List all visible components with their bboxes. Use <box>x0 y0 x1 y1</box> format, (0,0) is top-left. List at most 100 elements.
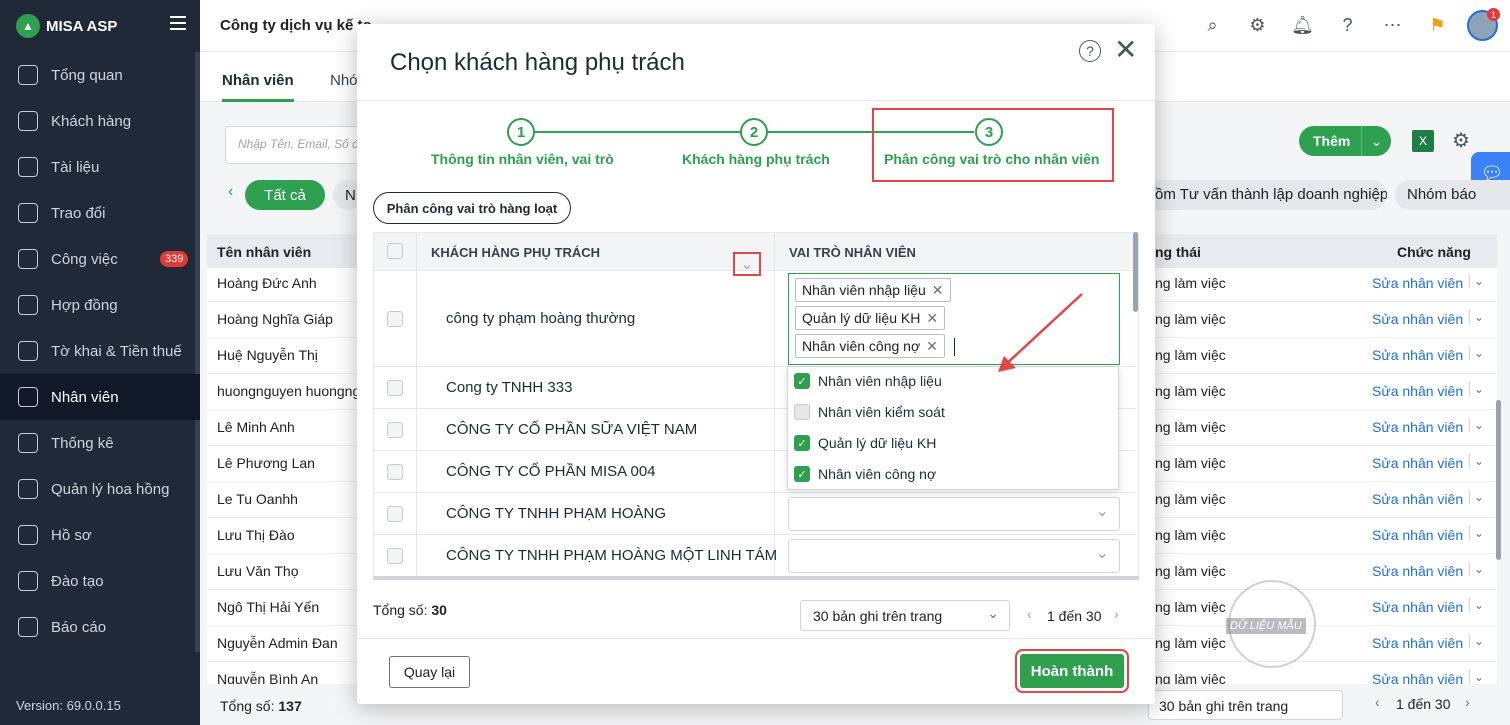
prev-page-icon[interactable]: ‹ <box>1375 694 1380 710</box>
edit-employee-link[interactable]: Sửa nhân viên <box>1372 635 1463 651</box>
menu-toggle-icon[interactable] <box>170 16 186 30</box>
customer-name: CÔNG TY CỔ PHẦN SỮA VIỆT NAM <box>446 421 698 438</box>
finish-button[interactable]: Hoàn thành <box>1020 654 1124 688</box>
edit-employee-link[interactable]: Sửa nhân viên <box>1372 527 1463 543</box>
step-2[interactable]: 2 <box>740 118 768 146</box>
next-page-icon[interactable]: › <box>1114 606 1119 622</box>
step-1[interactable]: 1 <box>507 118 535 146</box>
bulk-assign-button[interactable]: Phân công vai trò hàng loạt <box>373 192 571 224</box>
col-status[interactable]: ng thái <box>1155 244 1201 260</box>
edit-employee-link[interactable]: Sửa nhân viên <box>1372 275 1463 291</box>
tab-employees[interactable]: Nhân viên <box>222 72 294 102</box>
location-icon[interactable]: ⚑ <box>1422 10 1453 41</box>
sidebar-item-3[interactable]: Trao đổi <box>0 190 200 236</box>
sidebar-item-4[interactable]: Công việc 339 <box>0 236 200 282</box>
edit-employee-link[interactable]: Sửa nhân viên <box>1372 455 1463 471</box>
option-checkbox[interactable]: ✓ <box>794 435 810 451</box>
grid-row[interactable]: CÔNG TY TNHH PHẠM HOÀNG MỘT LINH TÁM <box>374 535 1136 577</box>
role-option[interactable]: ✓ Quản lý dữ liệu KH <box>794 428 936 458</box>
page-size-select[interactable]: 30 bản ghi trên trang <box>1148 690 1343 720</box>
role-option[interactable]: Nhân viên kiểm soát <box>794 397 945 427</box>
chevron-down-icon[interactable]: ⌄ <box>1469 634 1484 648</box>
sidebar-item-0[interactable]: Tổng quan <box>0 52 200 98</box>
chevron-down-icon[interactable]: ⌄ <box>1361 126 1391 156</box>
role-select[interactable] <box>788 539 1120 573</box>
edit-employee-link[interactable]: Sửa nhân viên <box>1372 311 1463 327</box>
search-icon[interactable]: ⌕ <box>1197 10 1228 41</box>
chevron-down-icon[interactable]: ⌄ <box>733 252 761 276</box>
prev-page-icon[interactable]: ‹ <box>1027 606 1032 622</box>
gear-icon[interactable]: ⚙ <box>1452 128 1470 153</box>
chevron-left-icon[interactable]: ‹ <box>228 183 233 201</box>
row-checkbox[interactable] <box>387 422 403 438</box>
page-size-select[interactable]: 30 bản ghi trên trang <box>800 600 1010 631</box>
chevron-down-icon[interactable]: ⌄ <box>1469 670 1484 684</box>
option-checkbox[interactable]: ✓ <box>794 466 810 482</box>
chevron-down-icon[interactable]: ⌄ <box>1469 598 1484 612</box>
remove-tag-icon[interactable]: ✕ <box>932 282 944 298</box>
search-input[interactable]: Nhập Tên, Email, Số đ <box>225 126 375 164</box>
chevron-down-icon[interactable]: ⌄ <box>1469 526 1484 540</box>
chevron-down-icon[interactable]: ⌄ <box>1469 382 1484 396</box>
sidebar-item-9[interactable]: Quản lý hoa hồng <box>0 466 200 512</box>
option-checkbox[interactable] <box>794 404 810 420</box>
filter-chip-all[interactable]: Tất cả <box>245 180 325 210</box>
remove-tag-icon[interactable]: ✕ <box>926 338 938 354</box>
edit-employee-link[interactable]: Sửa nhân viên <box>1372 599 1463 615</box>
sidebar-item-5[interactable]: Hợp đồng <box>0 282 200 328</box>
row-checkbox[interactable] <box>387 311 403 327</box>
chevron-down-icon[interactable]: ⌄ <box>1469 562 1484 576</box>
chevron-down-icon[interactable]: ⌄ <box>1469 454 1484 468</box>
chevron-down-icon[interactable]: ⌄ <box>1469 274 1484 288</box>
settings-icon[interactable]: ⚙ <box>1242 10 1273 41</box>
row-checkbox[interactable] <box>387 506 403 522</box>
chevron-down-icon[interactable]: ⌄ <box>1469 418 1484 432</box>
help-icon[interactable]: ? <box>1332 10 1363 41</box>
sidebar-item-11[interactable]: Đào tạo <box>0 558 200 604</box>
grid-row[interactable]: CÔNG TY TNHH PHẠM HOÀNG <box>374 493 1136 535</box>
filter-chip-group[interactable]: Nhóm báo <box>1395 180 1510 210</box>
avatar[interactable]: 1 <box>1467 8 1500 41</box>
remove-tag-icon[interactable]: ✕ <box>926 310 938 326</box>
edit-employee-link[interactable]: Sửa nhân viên <box>1372 383 1463 399</box>
table-scrollbar[interactable] <box>1496 400 1501 560</box>
edit-employee-link[interactable]: Sửa nhân viên <box>1372 419 1463 435</box>
grid-scrollbar[interactable] <box>1133 232 1138 312</box>
help-icon[interactable]: ? <box>1079 40 1101 62</box>
sidebar-item-7[interactable]: Nhân viên <box>0 374 200 420</box>
row-checkbox[interactable] <box>387 464 403 480</box>
sidebar-item-6[interactable]: Tờ khai & Tiền thuế <box>0 328 200 374</box>
select-all-checkbox[interactable] <box>387 243 403 259</box>
excel-icon[interactable]: X <box>1412 130 1434 152</box>
sidebar-item-1[interactable]: Khách hàng <box>0 98 200 144</box>
col-name[interactable]: Tên nhân viên <box>217 244 311 260</box>
filter-chip-group[interactable]: ồm Tư vấn thành lập doanh nghiệp <box>1140 180 1387 210</box>
sidebar-item-2[interactable]: Tài liệu <box>0 144 200 190</box>
row-checkbox[interactable] <box>387 548 403 564</box>
back-button[interactable]: Quay lại <box>389 656 470 688</box>
close-icon[interactable]: ✕ <box>1114 36 1137 64</box>
chevron-down-icon[interactable]: ⌄ <box>1469 346 1484 360</box>
company-name[interactable]: Công ty dịch vụ kế to <box>220 17 372 34</box>
edit-employee-link[interactable]: Sửa nhân viên <box>1372 491 1463 507</box>
edit-employee-link[interactable]: Sửa nhân viên <box>1372 347 1463 363</box>
edit-employee-link[interactable]: Sửa nhân viên <box>1372 563 1463 579</box>
chevron-down-icon[interactable]: ⌄ <box>1469 490 1484 504</box>
add-button[interactable]: Thêm ⌄ <box>1299 126 1391 156</box>
sidebar-item-12[interactable]: Báo cáo <box>0 604 200 650</box>
bell-icon[interactable]: 🔔︎ <box>1287 10 1318 41</box>
role-option[interactable]: ✓ Nhân viên công nợ <box>794 459 936 489</box>
grid-hscrollbar[interactable] <box>373 576 1139 580</box>
role-select[interactable] <box>788 497 1120 531</box>
more-icon[interactable]: ⋯ <box>1377 10 1408 41</box>
customer-name: công ty phạm hoàng thường <box>446 310 636 327</box>
divider <box>357 100 1155 101</box>
row-checkbox[interactable] <box>387 380 403 396</box>
next-page-icon[interactable]: › <box>1465 694 1470 710</box>
chevron-down-icon[interactable]: ⌄ <box>1469 310 1484 324</box>
sidebar-item-8[interactable]: Thống kê <box>0 420 200 466</box>
sidebar-item-10[interactable]: Hồ sơ <box>0 512 200 558</box>
tab-groups[interactable]: Nhó <box>330 72 358 89</box>
role-option[interactable]: ✓ Nhân viên nhập liệu <box>794 366 942 396</box>
option-checkbox[interactable]: ✓ <box>794 373 810 389</box>
